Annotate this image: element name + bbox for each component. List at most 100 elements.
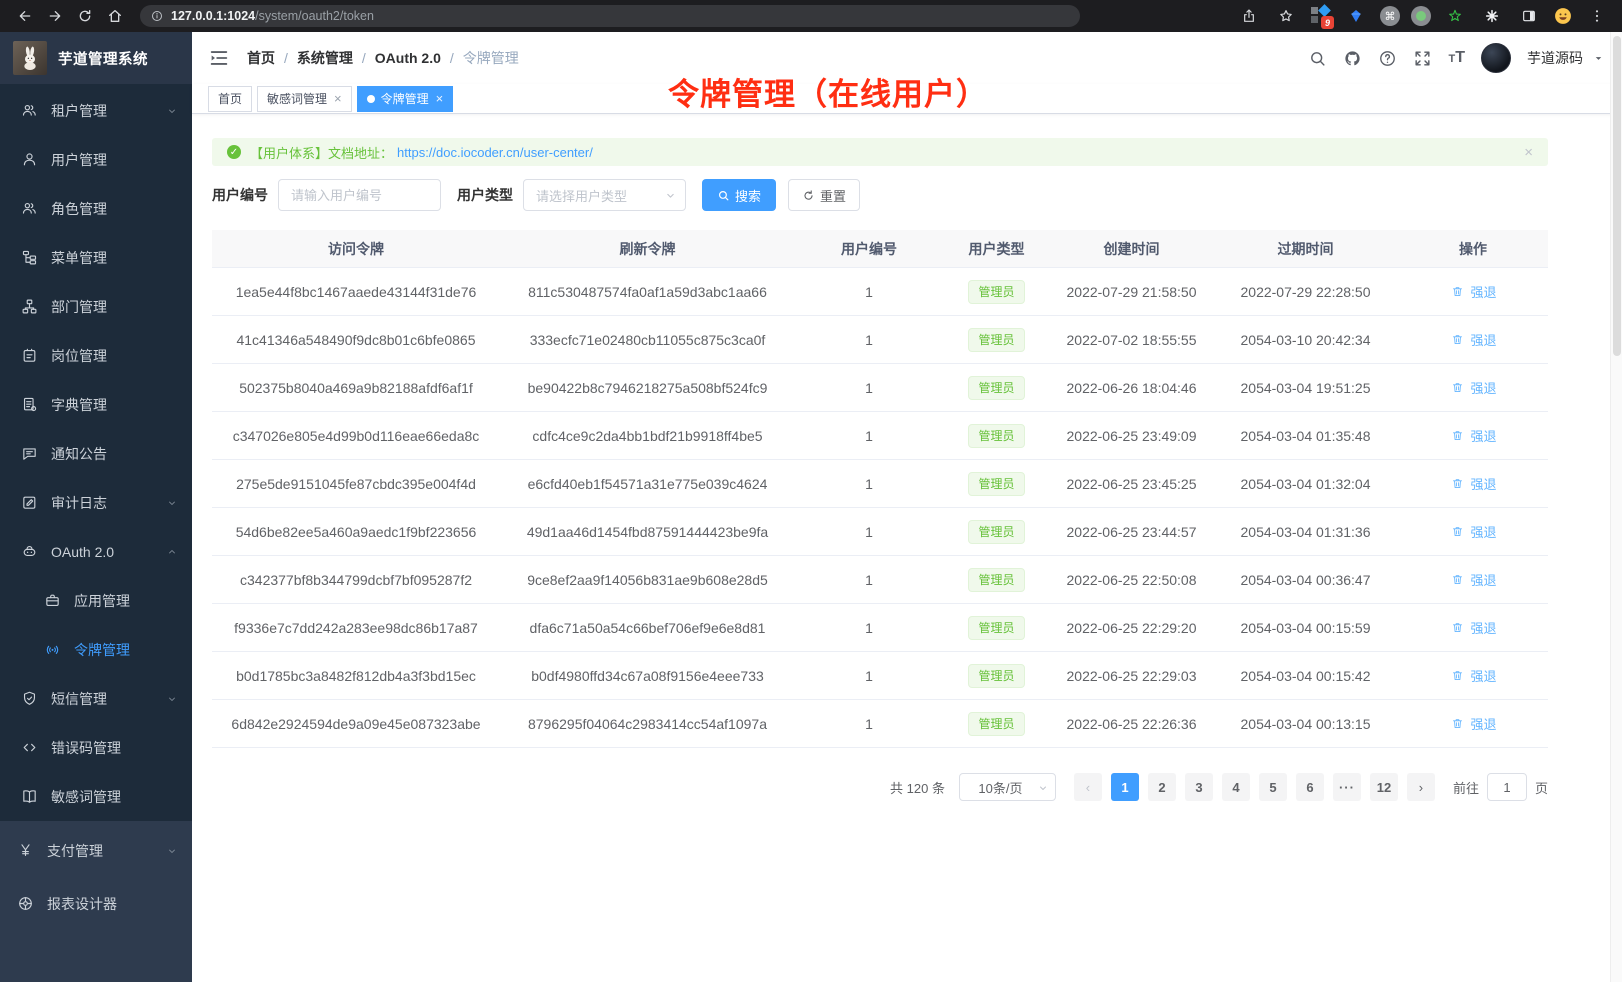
back-icon[interactable] <box>12 5 38 27</box>
search-button[interactable]: 搜索 <box>702 179 776 211</box>
green-star-extension-icon[interactable] <box>1442 5 1468 27</box>
rabbit-logo-icon <box>13 41 47 75</box>
command-extension-icon[interactable]: ⌘ <box>1380 6 1400 26</box>
trash-icon <box>1449 427 1466 444</box>
sidebar-item-dict[interactable]: 字典管理 <box>0 380 192 429</box>
force-logout-button[interactable]: 强退 <box>1449 330 1496 349</box>
refresh-token-cell: b0df4980ffd34c67a08f9156e4eee733 <box>500 668 795 684</box>
chevron-down-icon <box>166 693 178 705</box>
expire-time-cell: 2022-07-29 22:28:50 <box>1213 284 1398 300</box>
page-button-2[interactable]: 2 <box>1148 773 1176 801</box>
fullscreen-icon[interactable] <box>1413 49 1432 68</box>
force-logout-button[interactable]: 强退 <box>1449 618 1496 637</box>
scrollbar-thumb[interactable] <box>1613 36 1621 356</box>
reload-icon[interactable] <box>72 5 98 27</box>
force-logout-button[interactable]: 强退 <box>1449 522 1496 541</box>
sidebar-item-report[interactable]: 报表设计器 <box>0 877 192 930</box>
sidebar-item-menu[interactable]: 菜单管理 <box>0 233 192 282</box>
home-icon[interactable] <box>102 5 128 27</box>
sidebar-item-tenant[interactable]: 租户管理 <box>0 86 192 135</box>
gem-extension-icon[interactable] <box>1343 5 1369 27</box>
collapse-sidebar-icon[interactable] <box>208 47 230 69</box>
user-menu-caret-icon[interactable] <box>1593 53 1604 64</box>
alert-close-icon[interactable]: × <box>1524 145 1533 160</box>
sidebar-item-audit[interactable]: 审计日志 <box>0 478 192 527</box>
force-logout-button[interactable]: 强退 <box>1449 378 1496 397</box>
reset-button[interactable]: 重置 <box>788 179 860 211</box>
next-page-button[interactable]: › <box>1407 773 1435 801</box>
force-logout-button[interactable]: 强退 <box>1449 666 1496 685</box>
page-size-select[interactable]: 10条/页 <box>959 773 1056 801</box>
sidebar-item-app[interactable]: 应用管理 <box>0 576 192 625</box>
user-type-cell: 管理员 <box>943 568 1050 592</box>
snowflake-extension-icon[interactable] <box>1479 5 1505 27</box>
column-header: 刷新令牌 <box>500 239 795 259</box>
force-logout-button[interactable]: 强退 <box>1449 474 1496 493</box>
bookmark-star-icon[interactable] <box>1273 5 1299 27</box>
sidebar-item-sms[interactable]: 短信管理 <box>0 674 192 723</box>
tab-令牌管理[interactable]: 令牌管理× <box>357 86 454 112</box>
force-logout-button[interactable]: 强退 <box>1449 282 1496 301</box>
sidebar-item-user[interactable]: 用户管理 <box>0 135 192 184</box>
user-id-cell: 1 <box>795 380 943 396</box>
sidebar-item-sensitive[interactable]: 敏感词管理 <box>0 772 192 821</box>
total-count: 共 120 条 <box>890 778 945 797</box>
user-avatar[interactable] <box>1481 43 1511 73</box>
page-button-3[interactable]: 3 <box>1185 773 1213 801</box>
page-more-button[interactable]: ··· <box>1333 773 1361 801</box>
action-cell: 强退 <box>1398 282 1548 301</box>
created-time-cell: 2022-06-25 23:45:25 <box>1050 476 1213 492</box>
tab-敏感词管理[interactable]: 敏感词管理× <box>257 86 352 112</box>
page-button-5[interactable]: 5 <box>1259 773 1287 801</box>
help-icon[interactable] <box>1378 49 1397 68</box>
forward-icon[interactable] <box>42 5 68 27</box>
action-cell: 强退 <box>1398 378 1548 397</box>
prev-page-button[interactable]: ‹ <box>1074 773 1102 801</box>
sidebar-item-notice[interactable]: 通知公告 <box>0 429 192 478</box>
force-logout-button[interactable]: 强退 <box>1449 426 1496 445</box>
force-logout-button[interactable]: 强退 <box>1449 714 1496 733</box>
sidebar-item-dept[interactable]: 部门管理 <box>0 282 192 331</box>
user-type-select[interactable]: 请选择用户类型 <box>523 179 686 211</box>
side-panel-icon[interactable] <box>1516 5 1542 27</box>
breadcrumb-item[interactable]: OAuth 2.0 <box>375 50 441 66</box>
user-name[interactable]: 芋道源码 <box>1527 48 1583 68</box>
address-bar[interactable]: 127.0.0.1:1024/system/oauth2/token <box>140 5 1080 27</box>
doc-link[interactable]: https://doc.iocoder.cn/user-center/ <box>397 145 593 160</box>
page-button-4[interactable]: 4 <box>1222 773 1250 801</box>
page-button-6[interactable]: 6 <box>1296 773 1324 801</box>
tab-close-icon[interactable]: × <box>334 92 342 105</box>
tab-close-icon[interactable]: × <box>436 92 444 105</box>
browser-menu-dots-icon[interactable] <box>1584 5 1610 27</box>
github-icon[interactable] <box>1343 49 1362 68</box>
table-row: c342377bf8b344799dcbf7bf095287f29ce8ef2a… <box>212 556 1548 604</box>
search-icon[interactable] <box>1308 49 1327 68</box>
action-cell: 强退 <box>1398 570 1548 589</box>
page-button-12[interactable]: 12 <box>1370 773 1398 801</box>
user-id-input[interactable] <box>278 179 441 211</box>
user-id-cell: 1 <box>795 428 943 444</box>
recorder-extension-icon[interactable] <box>1411 6 1431 26</box>
breadcrumb-item[interactable]: 系统管理 <box>297 48 353 68</box>
share-icon[interactable] <box>1236 5 1262 27</box>
access-token-cell: c347026e805e4d99b0d116eae66eda8c <box>212 428 500 444</box>
sidebar-item-post[interactable]: 岗位管理 <box>0 331 192 380</box>
user-type-badge: 管理员 <box>968 664 1024 688</box>
font-size-icon[interactable]: TT <box>1448 49 1465 67</box>
refresh-token-cell: 8796295f04064c2983414cc54af1097a <box>500 716 795 732</box>
sidebar-item-pay[interactable]: 支付管理 <box>0 824 192 877</box>
sidebar-item-token[interactable]: 令牌管理 <box>0 625 192 674</box>
force-logout-button[interactable]: 强退 <box>1449 570 1496 589</box>
page-button-1[interactable]: 1 <box>1111 773 1139 801</box>
extension-grid-icon[interactable]: 9 <box>1310 5 1332 27</box>
user-type-cell: 管理员 <box>943 280 1050 304</box>
sidebar-item-oauth[interactable]: OAuth 2.0 <box>0 527 192 576</box>
tab-首页[interactable]: 首页 <box>208 86 252 112</box>
profile-avatar-icon[interactable] <box>1553 6 1573 26</box>
breadcrumb-item[interactable]: 首页 <box>247 48 275 68</box>
app-logo[interactable]: 芋道管理系统 <box>0 32 192 84</box>
jump-page-input[interactable] <box>1487 773 1527 801</box>
sidebar-item-errcode[interactable]: 错误码管理 <box>0 723 192 772</box>
page-scrollbar[interactable] <box>1610 32 1622 982</box>
sidebar-item-role[interactable]: 角色管理 <box>0 184 192 233</box>
